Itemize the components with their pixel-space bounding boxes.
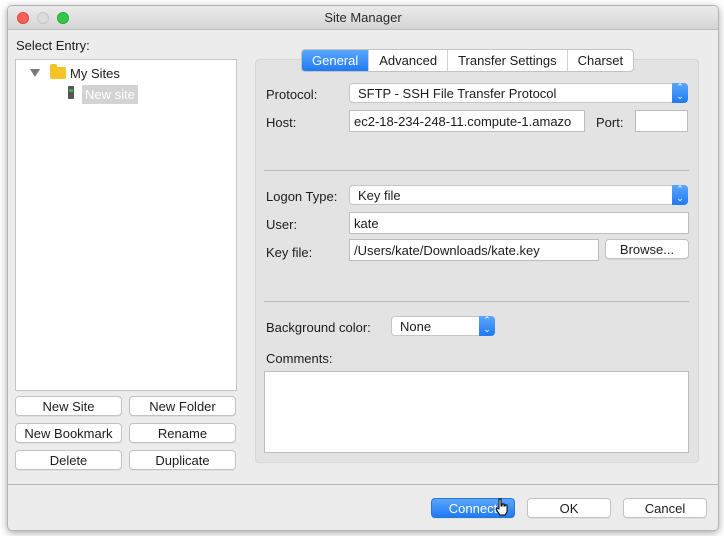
tab-general[interactable]: General [302, 50, 370, 71]
divider [264, 301, 689, 302]
key-file-input[interactable]: /Users/kate/Downloads/kate.key [349, 239, 599, 261]
background-color-value: None [400, 319, 432, 334]
new-folder-button[interactable]: New Folder [129, 396, 236, 416]
browse-button[interactable]: Browse... [605, 239, 689, 259]
site-manager-window: Site Manager Select Entry: My Sites New … [7, 5, 719, 531]
logon-type-value: Key file [358, 188, 401, 203]
server-icon [68, 86, 74, 99]
hand-pointer-cursor-icon [495, 498, 508, 516]
logon-type-label: Logon Type: [266, 189, 338, 204]
host-label: Host: [266, 115, 297, 130]
new-bookmark-button[interactable]: New Bookmark [15, 423, 122, 443]
duplicate-button[interactable]: Duplicate [129, 450, 236, 470]
footer-divider [8, 484, 718, 485]
tab-bar: General Advanced Transfer Settings Chars… [301, 49, 635, 72]
site-tree[interactable]: My Sites New site [15, 59, 237, 391]
ok-button[interactable]: OK [527, 498, 611, 518]
tab-transfer-settings[interactable]: Transfer Settings [448, 50, 568, 71]
key-file-label: Key file: [266, 245, 313, 260]
divider [264, 170, 689, 171]
tree-item-new-site[interactable]: New site [82, 85, 138, 104]
select-stepper-icon: ⌃ ⌄ [479, 316, 495, 336]
select-entry-label: Select Entry: [16, 38, 90, 53]
port-label: Port: [596, 115, 624, 130]
tree-item-my-sites[interactable]: My Sites [70, 66, 120, 81]
tab-advanced[interactable]: Advanced [369, 50, 449, 71]
select-stepper-icon: ⌃ ⌄ [672, 185, 688, 205]
comments-textarea[interactable] [264, 371, 689, 453]
expand-arrow-icon[interactable] [30, 69, 40, 77]
port-input[interactable] [635, 110, 688, 132]
cancel-button[interactable]: Cancel [623, 498, 707, 518]
title-bar[interactable]: Site Manager [8, 6, 718, 30]
rename-button[interactable]: Rename [129, 423, 236, 443]
background-color-select[interactable]: None ⌃ ⌄ [391, 316, 495, 336]
comments-label: Comments: [266, 351, 333, 366]
logon-type-select[interactable]: Key file ⌃ ⌄ [349, 185, 688, 205]
folder-icon [50, 64, 66, 79]
user-label: User: [266, 217, 298, 232]
protocol-value: SFTP - SSH File Transfer Protocol [358, 86, 557, 101]
select-stepper-icon: ⌃ ⌄ [672, 83, 688, 103]
user-input[interactable]: kate [349, 212, 689, 234]
protocol-select[interactable]: SFTP - SSH File Transfer Protocol ⌃ ⌄ [349, 83, 688, 103]
delete-button[interactable]: Delete [15, 450, 122, 470]
host-input[interactable]: ec2-18-234-248-11.compute-1.amazo [349, 110, 585, 132]
background-color-label: Background color: [266, 320, 371, 335]
protocol-label: Protocol: [266, 87, 318, 102]
new-site-button[interactable]: New Site [15, 396, 122, 416]
tab-charset[interactable]: Charset [568, 50, 634, 71]
window-title: Site Manager [324, 10, 402, 25]
